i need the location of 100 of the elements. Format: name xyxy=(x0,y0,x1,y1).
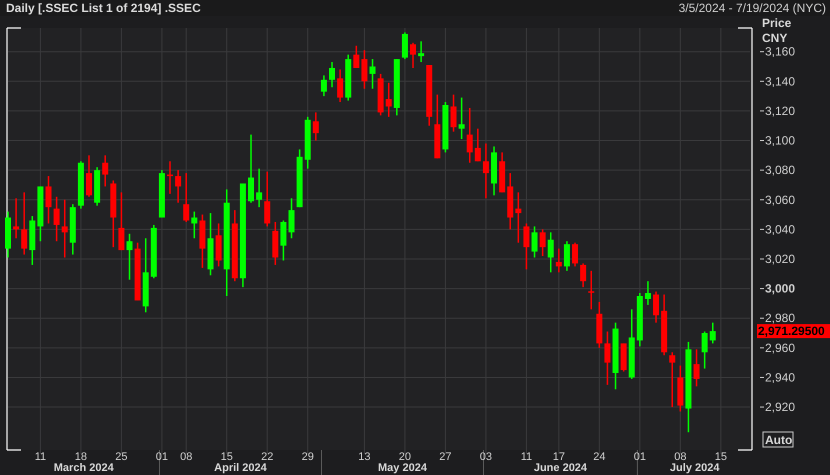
candlestick xyxy=(482,144,489,198)
candlestick xyxy=(410,42,416,68)
axis-label: 15 xyxy=(220,451,233,463)
currency-label: CNY xyxy=(762,31,788,45)
candlestick xyxy=(312,112,319,141)
y-tick-label: 3,080 xyxy=(765,163,796,178)
axis-label: 3,080 xyxy=(760,163,796,178)
candlestick xyxy=(653,292,660,323)
y-tick-label: 3,140 xyxy=(765,74,796,88)
axis-label: 08 xyxy=(674,451,686,463)
candlestick xyxy=(580,263,586,288)
month-label: April 2024 xyxy=(214,462,267,474)
candlestick xyxy=(46,176,52,224)
candlestick xyxy=(102,155,108,186)
candlestick xyxy=(572,242,578,266)
candlestick xyxy=(110,180,116,248)
axis-label: 01 xyxy=(156,451,168,463)
axis-label: 17 xyxy=(552,451,565,463)
candlestick xyxy=(296,149,303,208)
candlestick xyxy=(669,352,676,408)
candlestick xyxy=(167,161,173,194)
axis-label: 3,120 xyxy=(760,104,796,118)
axis-label: 08 xyxy=(180,451,192,463)
axis-label: 01 xyxy=(634,451,646,463)
axis-label: 11 xyxy=(34,451,46,463)
candlestick xyxy=(588,270,594,310)
axis-label: 18 xyxy=(74,451,88,463)
axis-label: 3,060 xyxy=(760,192,796,207)
candlestick xyxy=(556,248,562,272)
candlestick xyxy=(515,192,522,243)
month-label: July 2024 xyxy=(670,462,720,474)
axis-label: 15 xyxy=(714,451,727,463)
axis-label: 2,920 xyxy=(760,400,796,414)
candlestick xyxy=(450,94,457,132)
candlestick xyxy=(644,281,651,305)
axis-label: 3,140 xyxy=(760,74,796,88)
candlestick xyxy=(661,294,668,356)
axis-label: 11 xyxy=(520,451,532,463)
candlestick xyxy=(466,108,473,163)
axis-label: 3,100 xyxy=(760,134,796,148)
candlestick xyxy=(329,62,336,88)
axis-label: 13 xyxy=(358,451,371,463)
axis-label: 3,000 xyxy=(760,282,796,296)
candlestick xyxy=(491,146,498,196)
axis-label: 2,980 xyxy=(760,311,796,326)
y-tick-label: 3,060 xyxy=(765,192,796,207)
candlestick xyxy=(458,98,465,140)
y-tick-label: 3,100 xyxy=(765,134,796,148)
month-label: June 2024 xyxy=(534,462,588,474)
candlestick xyxy=(37,186,44,242)
candlestick xyxy=(702,332,708,369)
date-range: 3/5/2024 - 7/19/2024 (NYC) xyxy=(678,1,826,15)
candlestick xyxy=(208,213,214,276)
axis-label: 25 xyxy=(115,451,128,463)
axis-label: 3,040 xyxy=(760,222,796,236)
candlestick xyxy=(474,128,481,162)
candlestick xyxy=(216,223,222,266)
candlestick xyxy=(304,116,311,169)
candlestick xyxy=(434,94,440,158)
candlestick xyxy=(378,74,384,116)
axis-label: 29 xyxy=(302,451,314,463)
candlestick xyxy=(199,214,206,268)
axis-label: 3,160 xyxy=(760,44,796,59)
auto-button[interactable]: Auto xyxy=(762,432,794,448)
candlestick xyxy=(126,234,132,280)
candlestick xyxy=(353,46,360,68)
month-label: May 2024 xyxy=(378,462,427,474)
candlestick xyxy=(118,192,124,250)
y-tick-label: 3,020 xyxy=(765,252,796,266)
candlestick xyxy=(248,134,254,203)
candlestick xyxy=(183,173,190,222)
axis-label: 24 xyxy=(593,451,606,463)
axis-label: 3,020 xyxy=(760,252,796,266)
candlestick xyxy=(134,242,141,300)
y-tick-label: 2,920 xyxy=(765,400,796,414)
candlestick xyxy=(94,167,100,206)
candlestick xyxy=(175,170,182,203)
chart-title: Daily [.SSEC List 1 of 2194] .SSEC xyxy=(6,1,201,15)
candlestick xyxy=(272,222,278,265)
candlestick xyxy=(70,204,76,255)
candlestick xyxy=(507,173,514,230)
axis-label: 2,960 xyxy=(760,340,796,355)
candlestick xyxy=(191,212,198,238)
candlestick xyxy=(386,82,392,117)
candlestick xyxy=(288,198,295,238)
candlestick xyxy=(548,232,554,272)
y-tick-label: 3,000 xyxy=(765,282,796,296)
candlestick xyxy=(370,59,376,89)
axis-label: 03 xyxy=(480,451,492,463)
candlestick xyxy=(256,168,262,208)
candlestick xyxy=(540,229,546,256)
candlestick xyxy=(320,75,327,96)
axis-label: 27 xyxy=(439,451,452,463)
axis-title: Price xyxy=(762,16,792,30)
candlestick xyxy=(280,220,286,260)
candlestick xyxy=(86,155,92,197)
candlestick xyxy=(13,198,20,238)
candlestick xyxy=(604,332,610,385)
axis-label: 20 xyxy=(398,451,412,463)
candlestick xyxy=(21,192,28,255)
